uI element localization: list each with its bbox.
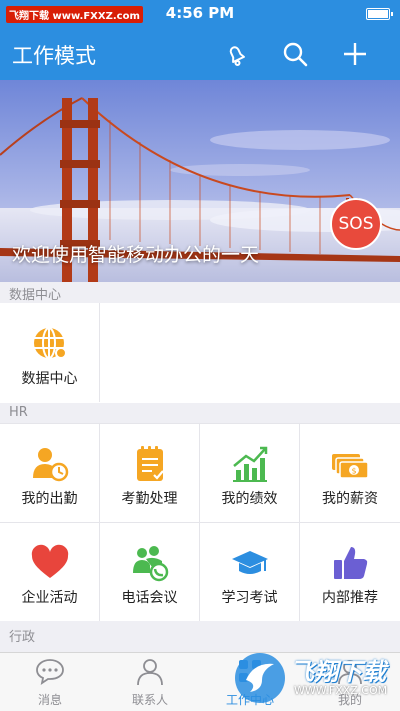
grid-item-my-attendance[interactable]: 我的出勤 [0,424,99,522]
contact-icon [137,659,163,686]
grid-item-internal-referral[interactable]: 内部推荐 [300,523,400,621]
page-title: 工作模式 [12,44,96,68]
section-label-admin: 行政 [9,630,36,645]
grid-item-label: 我的绩效 [221,491,278,507]
watermark-logo-icon [235,653,285,703]
nav-bar: 工作模式 [0,28,400,80]
tab-label: 联系人 [131,693,168,707]
grid-item-company-events[interactable]: 企业活动 [0,523,99,621]
tab-label: 消息 [37,693,62,707]
grid-item-label: 数据中心 [21,371,78,387]
growth-chart-icon [233,446,268,482]
watermark-text: 飞翔下载 [290,658,386,686]
grid-item-my-performance[interactable]: 我的绩效 [200,424,299,522]
tab-messages[interactable]: 消息 [0,653,100,711]
svg-text:$: $ [351,467,356,476]
conference-icon [133,546,169,582]
graduation-cap-icon [232,551,268,574]
grid-item-learning-exam[interactable]: 学习考试 [200,523,299,621]
grid-item-label: 我的出勤 [21,491,78,507]
grid-item-attendance-processing[interactable]: 考勤处理 [100,424,199,522]
section-label-data-center: 数据中心 [9,288,62,303]
clipboard-icon [137,446,164,481]
chat-icon [36,659,64,685]
grid-item-label: 企业活动 [21,590,78,606]
tab-contacts[interactable]: 联系人 [100,653,200,711]
grid-item-conference-call[interactable]: 电话会议 [100,523,199,621]
banner-caption: 欢迎使用智能移动办公的一天 [12,244,260,266]
grid-item-label: 我的薪资 [322,491,378,507]
money-icon: $ [332,454,369,479]
watermark: 飞翔下载 WWW.FXXZ.COM [228,648,400,710]
grid-item-my-salary[interactable]: $ 我的薪资 [300,424,400,522]
globe-icon [34,327,67,359]
heart-icon [31,544,69,578]
sos-button[interactable]: SOS [330,198,382,250]
banner[interactable]: 欢迎使用智能移动办公的一天 SOS [0,80,400,282]
grid-item-label: 电话会议 [121,590,178,606]
grid-item-label: 学习考试 [221,590,278,606]
thumbs-up-icon [334,547,368,579]
attendance-icon [33,448,69,482]
add-icon[interactable] [341,40,369,68]
bell-icon[interactable] [222,40,250,68]
battery-icon [366,8,393,20]
section-label-hr: HR [9,405,28,420]
grid-item-label: 考勤处理 [121,491,178,507]
search-icon[interactable] [281,40,309,68]
status-time: 4:56 PM [165,4,235,22]
watermark-url: WWW.FXXZ.COM [294,684,388,697]
grid-item-data-center[interactable]: 数据中心 [0,303,100,402]
grid-item-label: 内部推荐 [322,590,378,606]
status-bar: 飞翔下载 www.FXXZ.com 4:56 PM [0,0,400,28]
